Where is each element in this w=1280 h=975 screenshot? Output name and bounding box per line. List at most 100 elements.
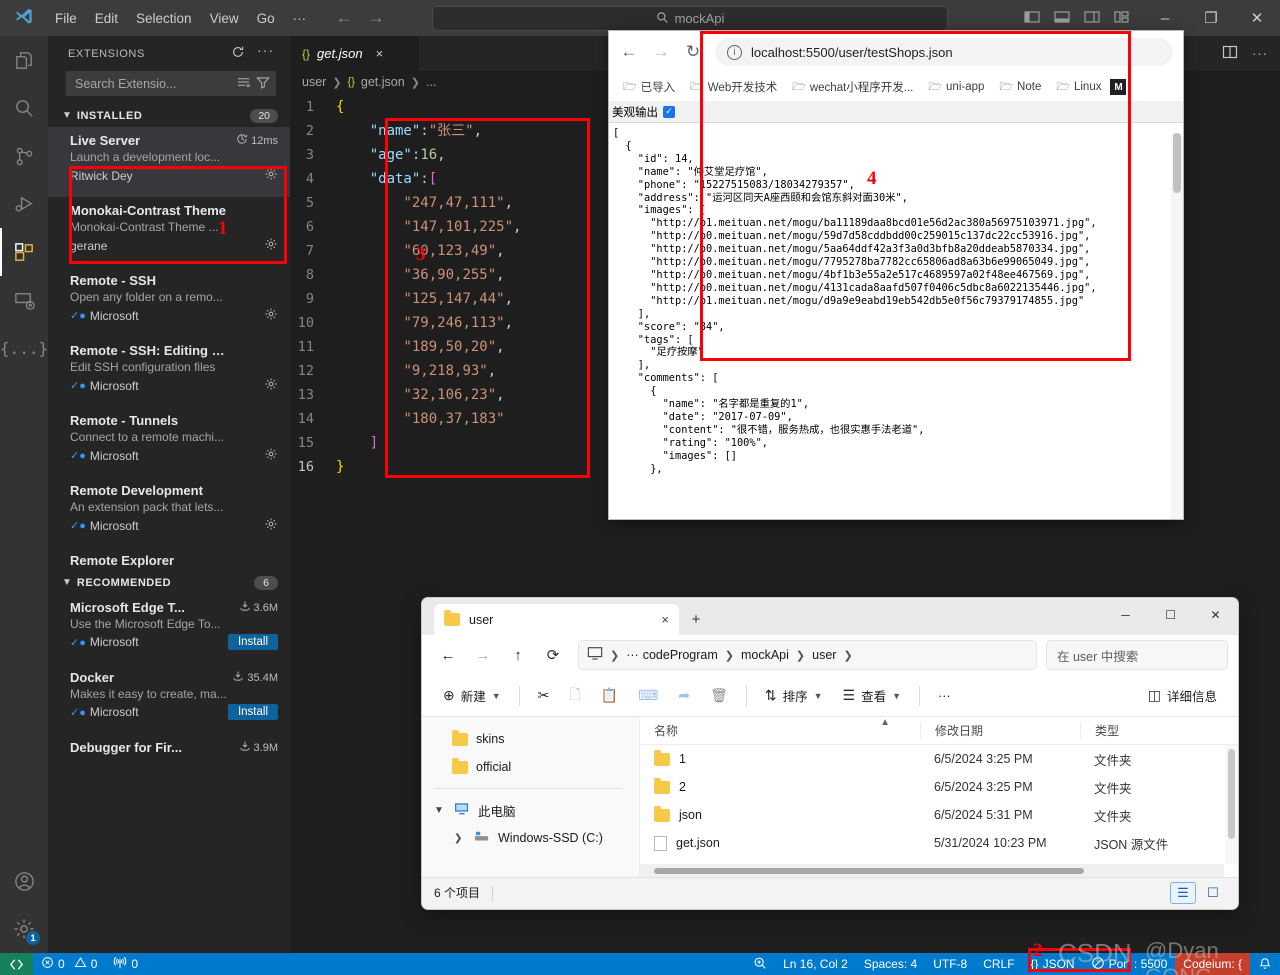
cut-button[interactable]: ✂ xyxy=(529,682,559,709)
explorer-icon[interactable] xyxy=(0,36,48,84)
eol[interactable]: CRLF xyxy=(975,953,1022,975)
live-server-port[interactable]: Port : 5500 xyxy=(1083,953,1176,975)
account-icon[interactable] xyxy=(0,857,48,905)
forward-arrow-icon[interactable]: → xyxy=(651,42,671,62)
toggle-panel-icon[interactable] xyxy=(1054,9,1070,28)
split-editor-icon[interactable] xyxy=(1222,44,1238,63)
explorer-tab-user[interactable]: user × xyxy=(434,604,679,635)
list-view-icon[interactable]: ☰ xyxy=(1170,881,1196,904)
rename-button[interactable]: ⌨ xyxy=(629,682,667,709)
new-button[interactable]: ⊕ 新建 ▼ xyxy=(434,681,510,710)
install-button[interactable]: Install xyxy=(227,634,278,650)
activity-bar[interactable]: {...} 1 xyxy=(0,36,48,953)
menu-bar[interactable]: File Edit Selection View Go ··· xyxy=(46,8,315,29)
settings-gear-icon[interactable]: 1 xyxy=(0,905,48,953)
chevron-right-icon[interactable]: ❯ xyxy=(840,649,855,662)
extension-remote-ssh-editing[interactable]: Remote - SSH: Editing Co... Edit SSH con… xyxy=(48,337,290,407)
crumb-user[interactable]: user xyxy=(812,648,836,662)
sort-button[interactable]: ⇅ 排序 ▼ xyxy=(756,681,832,710)
activity-bar-bottom[interactable]: 1 xyxy=(0,857,48,953)
history-nav[interactable]: ← → xyxy=(333,8,387,28)
codeium-status[interactable]: Codeium: { xyxy=(1175,953,1250,975)
bookmark-item[interactable]: 🗁 uni-app xyxy=(922,75,990,100)
tree-item-this-pc[interactable]: ▼ 此电脑 xyxy=(422,796,639,824)
bookmark-item[interactable]: 🗁 Note xyxy=(993,75,1047,100)
maximize-button[interactable]: ☐ xyxy=(1148,598,1193,631)
install-button[interactable]: Install xyxy=(227,704,278,720)
extension-remote-tunnels[interactable]: Remote - Tunnels Connect to a remote mac… xyxy=(48,407,290,477)
restore-button[interactable]: ❐ xyxy=(1188,0,1234,36)
crumb-overflow[interactable]: ··· xyxy=(626,648,639,662)
extension-edge-tools[interactable]: Microsoft Edge T... 3.6M Use the Microso… xyxy=(48,594,290,664)
tree-item-skins[interactable]: skins xyxy=(422,725,639,753)
nav-up-icon[interactable]: ↑ xyxy=(502,640,534,670)
source-control-icon[interactable] xyxy=(0,132,48,180)
breadcrumb-path[interactable]: ❯ ··· codeProgram ❯ mockApi ❯ user ❯ xyxy=(578,640,1037,670)
back-arrow-icon[interactable]: ← xyxy=(619,42,639,62)
section-installed[interactable]: ▼ INSTALLED 20 xyxy=(48,104,290,127)
refresh-icon[interactable] xyxy=(231,45,245,62)
vertical-scrollbar[interactable] xyxy=(1225,745,1238,864)
quick-open-search[interactable]: mockApi xyxy=(432,6,948,31)
chevron-down-icon[interactable]: ▼ xyxy=(434,805,446,816)
customize-layout-icon[interactable] xyxy=(1114,9,1130,28)
bookmark-overflow-icon[interactable]: M xyxy=(1110,79,1127,95)
copy-button[interactable]: 🗋 xyxy=(560,679,589,713)
ellipsis-icon[interactable]: ··· xyxy=(1252,46,1268,61)
extension-gear-icon[interactable] xyxy=(264,447,278,464)
pretty-print-checkbox[interactable]: ✓ xyxy=(663,105,675,118)
remote-explorer-icon[interactable] xyxy=(0,276,48,324)
extension-live-server[interactable]: Live Server 12ms Launch a development lo… xyxy=(48,127,290,197)
nav-back-icon[interactable]: ← xyxy=(432,640,464,670)
chevron-right-icon[interactable]: ❯ xyxy=(607,649,622,662)
ellipsis-icon[interactable]: ··· xyxy=(257,43,274,62)
extension-gear-icon[interactable] xyxy=(264,307,278,324)
extension-debugger-firefox[interactable]: Debugger for Fir... 3.9M xyxy=(48,734,290,756)
ports-indicator[interactable]: 0 xyxy=(105,953,146,975)
column-modified[interactable]: 修改日期 xyxy=(920,722,1080,739)
navigation-tree[interactable]: skins official ▼ 此电脑 ❯ Windows-SSD (C:) xyxy=(422,717,640,877)
explorer-window-controls[interactable]: ─ ☐ ✕ xyxy=(1103,598,1238,631)
details-pane-button[interactable]: ◫ 详细信息 xyxy=(1139,681,1226,710)
share-button[interactable]: ➦ xyxy=(669,682,699,709)
address-bar[interactable]: i localhost:5500/user/testShops.json xyxy=(715,38,1173,66)
cursor-position[interactable]: Ln 16, Col 2 xyxy=(775,953,856,975)
nav-forward-icon[interactable]: → xyxy=(467,640,499,670)
file-list-header[interactable]: 名称 ▲ 修改日期 类型 xyxy=(640,717,1238,745)
nav-forward-icon[interactable]: → xyxy=(365,8,387,28)
search-extensions-input[interactable]: Search Extensio... xyxy=(66,71,276,96)
bell-icon[interactable] xyxy=(1250,953,1280,975)
extension-remote-explorer[interactable]: Remote Explorer xyxy=(48,547,290,569)
view-button[interactable]: ☰ 查看 ▼ xyxy=(834,681,911,710)
tree-item-windows-ssd[interactable]: ❯ Windows-SSD (C:) xyxy=(422,824,639,852)
column-type[interactable]: 类型 xyxy=(1080,722,1210,739)
reload-icon[interactable]: ↻ xyxy=(683,42,703,62)
table-row[interactable]: get.json 5/31/2024 10:23 PM JSON 源文件 xyxy=(640,829,1238,857)
paste-button[interactable]: 📋 xyxy=(592,682,627,709)
extension-gear-icon[interactable] xyxy=(264,237,278,254)
filter-icon[interactable] xyxy=(256,76,270,92)
chevron-right-icon[interactable]: ❯ xyxy=(454,833,466,844)
toggle-primary-sidebar-icon[interactable] xyxy=(1024,9,1040,28)
browser-scrollbar[interactable] xyxy=(1171,133,1183,519)
extension-remote-development[interactable]: Remote Development An extension pack tha… xyxy=(48,477,290,547)
page-info-icon[interactable]: i xyxy=(727,44,742,60)
minimize-button[interactable]: ─ xyxy=(1103,598,1148,631)
bookmarks-bar[interactable]: 🗁 已导入 🗁 Web开发技术 🗁 wechat小程序开发... 🗁 uni-app 🗁… xyxy=(609,73,1183,101)
breadcrumb-file[interactable]: get.json xyxy=(361,75,405,89)
run-debug-icon[interactable] xyxy=(0,180,48,228)
remote-host-indicator[interactable] xyxy=(0,953,33,975)
bookmark-item[interactable]: 🗁 Linux xyxy=(1050,75,1107,100)
bookmark-item[interactable]: 🗁 Web开发技术 xyxy=(684,75,783,100)
horizontal-scrollbar[interactable] xyxy=(640,864,1224,877)
zoom-indicator[interactable] xyxy=(745,953,775,975)
snippets-icon[interactable]: {...} xyxy=(0,324,48,372)
chevron-right-icon[interactable]: ❯ xyxy=(793,649,808,662)
nav-refresh-icon[interactable]: ⟳ xyxy=(537,640,569,670)
extension-monokai-contrast[interactable]: Monokai-Contrast Theme Monokai-Contrast … xyxy=(48,197,290,267)
table-row[interactable]: json 6/5/2024 5:31 PM 文件夹 xyxy=(640,801,1238,829)
menu-edit[interactable]: Edit xyxy=(86,8,127,29)
menu-view[interactable]: View xyxy=(201,8,248,29)
section-recommended[interactable]: ▼ RECOMMENDED 6 xyxy=(48,571,290,594)
indentation[interactable]: Spaces: 4 xyxy=(856,953,925,975)
